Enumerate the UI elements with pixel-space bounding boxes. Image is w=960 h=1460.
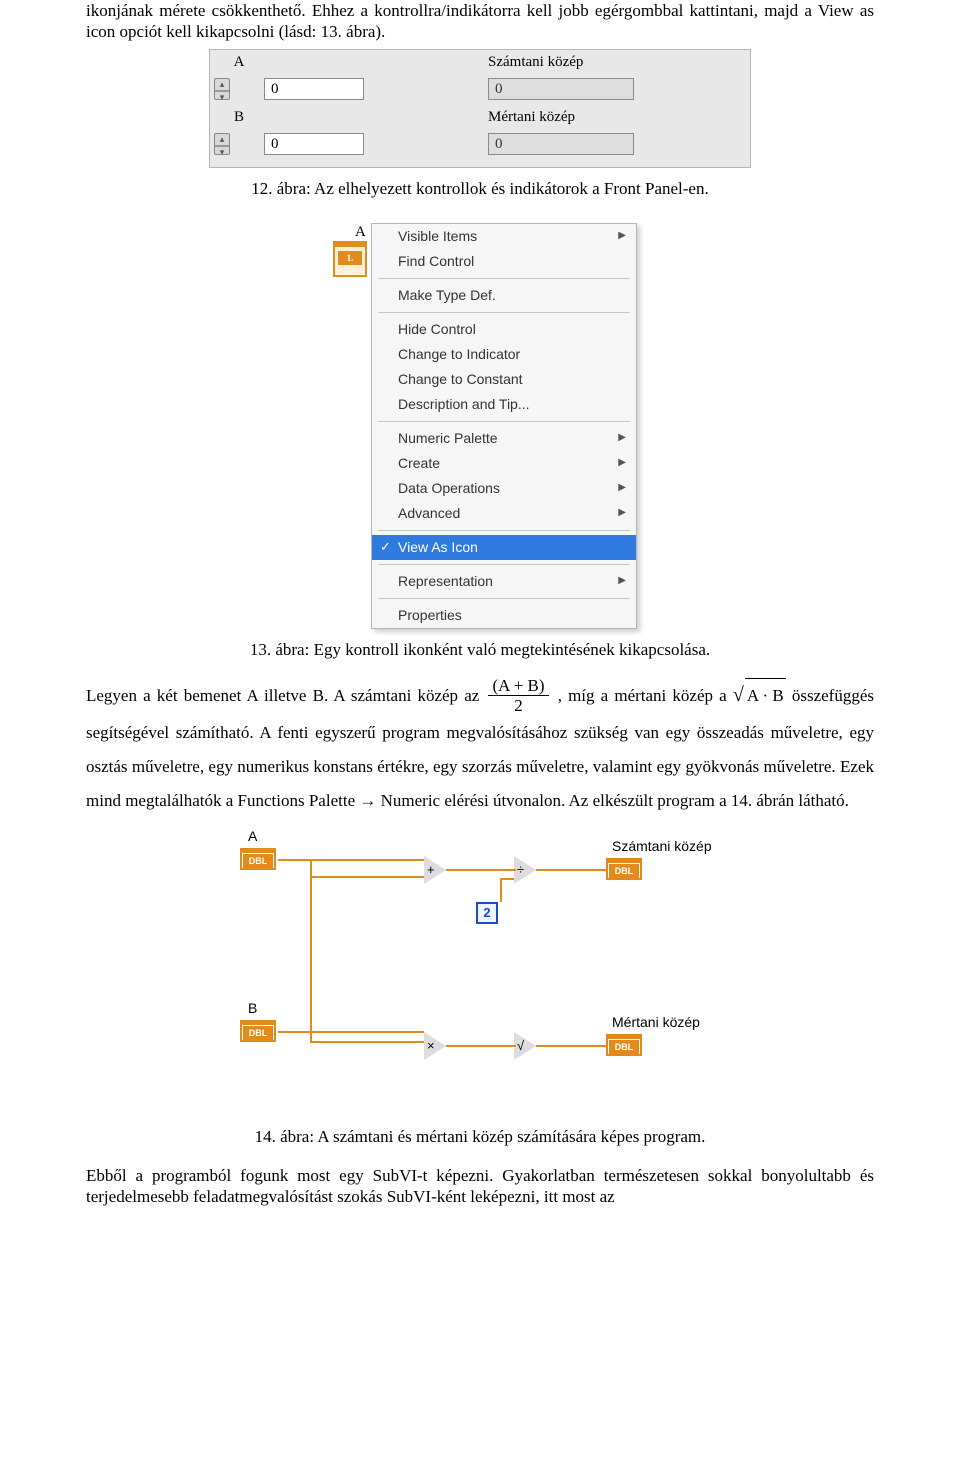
wire [278, 859, 424, 861]
menu-visible-items[interactable]: Visible Items [372, 224, 636, 249]
paragraph-bottom: Ebből a programból fogunk most egy SubVI… [86, 1165, 874, 1208]
fig14-label-b: B [248, 1000, 257, 1018]
menu-change-to-indicator[interactable]: Change to Indicator [372, 342, 636, 367]
constant-2[interactable]: 2 [476, 902, 498, 924]
menu-data-operations[interactable]: Data Operations [372, 476, 636, 501]
menu-hide-control[interactable]: Hide Control [372, 317, 636, 342]
fig14-label-a: A [248, 828, 257, 846]
fig12-front-panel: A Számtani közép ▴▾ 0 0 B Mértani közép … [209, 49, 751, 168]
fig13-context-menu: A 1. Visible Items Find Control Make Typ… [315, 223, 645, 629]
fig13-terminal-label: A [355, 223, 366, 242]
paragraph-top: ikonjának mérete csökkenthető. Ehhez a k… [86, 0, 874, 43]
terminal-b[interactable]: DBL [240, 1020, 276, 1042]
wire [446, 869, 516, 871]
menu-numeric-palette[interactable]: Numeric Palette [372, 426, 636, 451]
fig14-block-diagram: A Számtani közép B Mértani közép DBL DBL… [200, 826, 760, 1116]
menu-description-tip[interactable]: Description and Tip... [372, 392, 636, 417]
fig13-terminal-text: 1. [338, 251, 362, 265]
menu-change-to-constant[interactable]: Change to Constant [372, 367, 636, 392]
op-divide[interactable]: ÷ [514, 856, 536, 884]
wire [310, 876, 424, 878]
fig14-label-sz: Számtani közép [612, 838, 712, 856]
paragraph-math: Legyen a két bemenet A illetve B. A szám… [86, 678, 874, 818]
menu-separator [378, 278, 630, 279]
menu-properties[interactable]: Properties [372, 603, 636, 628]
op-add[interactable]: + [424, 856, 446, 884]
wire [310, 1041, 424, 1043]
terminal-a[interactable]: DBL [240, 848, 276, 870]
wire [278, 1031, 424, 1033]
ctrl-b-value[interactable]: 0 [264, 133, 364, 155]
fig12-label-b: B [214, 108, 264, 127]
menu-view-as-icon[interactable]: View As Icon [372, 535, 636, 560]
indicator-mertani[interactable]: DBL [606, 1034, 642, 1056]
ind-m-value: 0 [488, 133, 634, 155]
menu-separator [378, 312, 630, 313]
menu-separator [378, 530, 630, 531]
fig14-caption: 14. ábra: A számtani és mértani közép sz… [86, 1126, 874, 1147]
menu-create[interactable]: Create [372, 451, 636, 476]
menu-make-type-def[interactable]: Make Type Def. [372, 283, 636, 308]
wire [310, 859, 312, 1041]
ctrl-a-value[interactable]: 0 [264, 78, 364, 100]
sqrt-ab: A · B [733, 678, 786, 713]
menu-representation[interactable]: Representation [372, 569, 636, 594]
menu-separator [378, 598, 630, 599]
op-sqrt[interactable]: √ [514, 1032, 536, 1060]
wire [446, 1045, 516, 1047]
wire [536, 1045, 606, 1047]
op-multiply[interactable]: × [424, 1032, 446, 1060]
menu-advanced[interactable]: Advanced [372, 501, 636, 526]
fig12-label-sz: Számtani közép [484, 53, 634, 72]
ind-sz-value: 0 [488, 78, 634, 100]
wire [536, 869, 606, 871]
context-menu: Visible Items Find Control Make Type Def… [371, 223, 637, 629]
fig13-caption: 13. ábra: Egy kontroll ikonként való meg… [86, 639, 874, 660]
wire [500, 878, 514, 880]
fig12-label-a: A [214, 53, 264, 72]
menu-separator [378, 421, 630, 422]
spinner-b[interactable]: ▴▾ [214, 133, 230, 155]
spinner-a[interactable]: ▴▾ [214, 78, 230, 100]
fig12-label-m: Mértani közép [484, 108, 634, 127]
fraction-aplusb-over-2: (A + B) 2 [488, 677, 548, 714]
menu-separator [378, 564, 630, 565]
fig14-label-m: Mértani közép [612, 1014, 700, 1032]
fig12-caption: 12. ábra: Az elhelyezett kontrollok és i… [86, 178, 874, 199]
wire [500, 878, 502, 902]
fig13-terminal-a[interactable]: 1. [333, 241, 367, 277]
indicator-szamtani[interactable]: DBL [606, 858, 642, 880]
menu-find-control[interactable]: Find Control [372, 249, 636, 274]
